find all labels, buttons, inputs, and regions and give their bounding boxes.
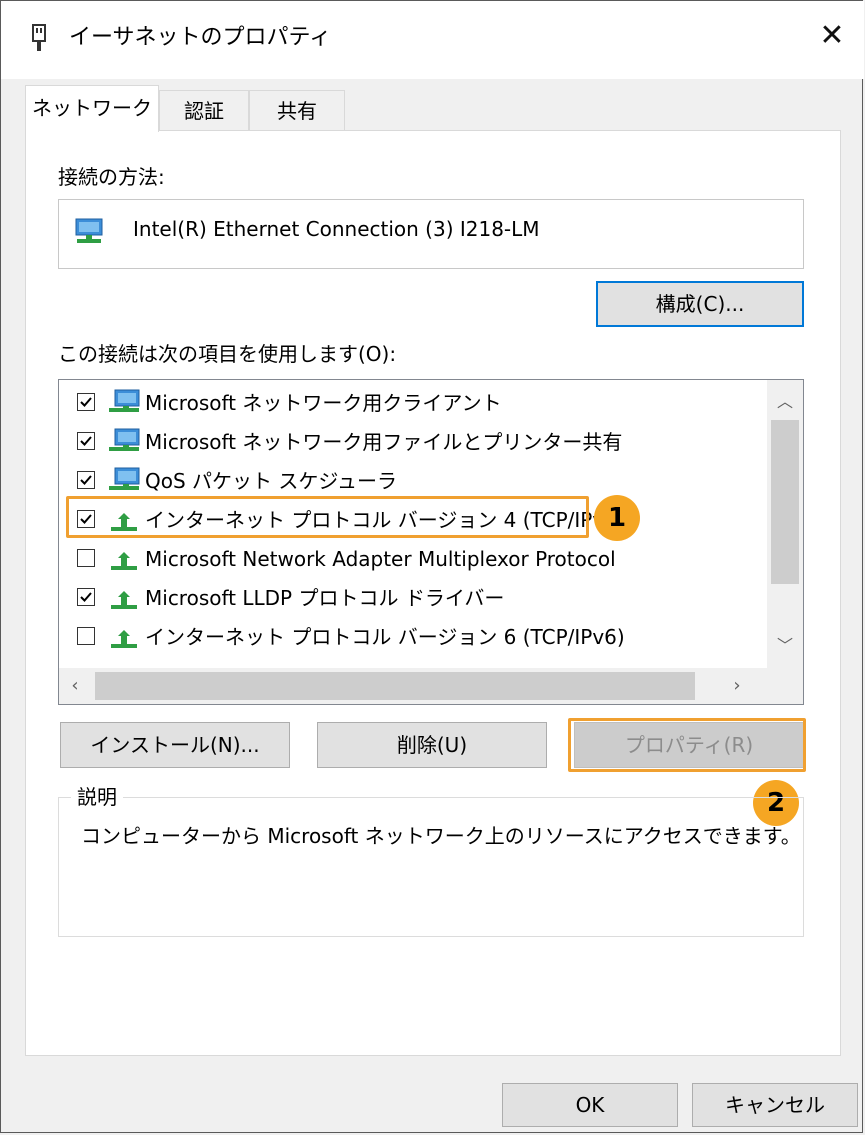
checkbox-checked[interactable] bbox=[77, 588, 95, 606]
connect-using-label: 接続の方法: bbox=[58, 165, 165, 189]
protocol-icon bbox=[111, 630, 137, 648]
checkbox-checked[interactable] bbox=[77, 432, 95, 450]
checkbox-unchecked[interactable] bbox=[77, 627, 95, 645]
list-item[interactable]: Microsoft LLDP プロトコル ドライバー bbox=[59, 579, 769, 617]
vertical-scroll-thumb[interactable] bbox=[771, 420, 799, 584]
properties-window: イーサネットのプロパティ ✕ ネットワーク 認証 共有 接続の方法: Intel… bbox=[0, 0, 864, 1133]
scroll-left-icon[interactable]: ‹ bbox=[65, 676, 85, 696]
configure-button[interactable]: 構成(C)... bbox=[596, 281, 804, 327]
uninstall-button[interactable]: 削除(U) bbox=[317, 722, 547, 768]
highlight-ipv4-item bbox=[66, 496, 589, 538]
tab-sharing[interactable]: 共有 bbox=[249, 90, 345, 130]
tab-network[interactable]: ネットワーク bbox=[25, 85, 159, 132]
title-bar: イーサネットのプロパティ ✕ bbox=[1, 1, 864, 79]
checkbox-checked[interactable] bbox=[77, 393, 95, 411]
network-adapter-icon bbox=[75, 218, 103, 243]
scroll-down-icon[interactable]: ﹀ bbox=[775, 636, 795, 656]
list-item[interactable]: Microsoft Network Adapter Multiplexor Pr… bbox=[59, 540, 769, 578]
adapter-field: Intel(R) Ethernet Connection (3) I218-LM bbox=[58, 199, 804, 269]
network-client-icon bbox=[109, 389, 140, 412]
checkbox-checked[interactable] bbox=[77, 471, 95, 489]
network-client-icon bbox=[109, 467, 140, 490]
adapter-name: Intel(R) Ethernet Connection (3) I218-LM bbox=[133, 217, 540, 241]
list-item-label: QoS パケット スケジューラ bbox=[145, 469, 397, 493]
cancel-button[interactable]: キャンセル bbox=[692, 1083, 858, 1127]
protocol-icon bbox=[111, 591, 137, 609]
scroll-right-icon[interactable]: › bbox=[727, 676, 747, 696]
list-item-label: Microsoft Network Adapter Multiplexor Pr… bbox=[145, 547, 616, 571]
close-button[interactable]: ✕ bbox=[800, 1, 864, 71]
checkbox-unchecked[interactable] bbox=[77, 549, 95, 567]
ethernet-icon bbox=[32, 24, 46, 51]
ok-button[interactable]: OK bbox=[502, 1083, 678, 1127]
list-item-label: Microsoft LLDP プロトコル ドライバー bbox=[145, 586, 505, 610]
step-badge-1: 1 bbox=[594, 495, 640, 541]
horizontal-scrollbar[interactable]: ‹ › bbox=[59, 668, 803, 704]
scroll-up-icon[interactable]: ︿ bbox=[775, 392, 795, 412]
list-item[interactable]: インターネット プロトコル バージョン 6 (TCP/IPv6) bbox=[59, 618, 769, 656]
window-title: イーサネットのプロパティ bbox=[69, 25, 332, 50]
list-item-label: Microsoft ネットワーク用クライアント bbox=[145, 391, 502, 415]
list-item-label: Microsoft ネットワーク用ファイルとプリンター共有 bbox=[145, 430, 623, 454]
list-item-label: インターネット プロトコル バージョン 6 (TCP/IPv6) bbox=[145, 625, 625, 649]
description-legend: 説明 bbox=[71, 784, 123, 810]
list-item[interactable]: Microsoft ネットワーク用ファイルとプリンター共有 bbox=[59, 423, 769, 461]
tab-authentication[interactable]: 認証 bbox=[159, 90, 249, 130]
highlight-properties-button bbox=[568, 718, 806, 772]
network-client-icon bbox=[109, 428, 140, 451]
description-group bbox=[58, 797, 804, 937]
list-item[interactable]: QoS パケット スケジューラ bbox=[59, 462, 769, 500]
install-button[interactable]: インストール(N)... bbox=[60, 722, 290, 768]
items-listbox[interactable]: Microsoft ネットワーク用クライアント Microsoft ネットワーク用… bbox=[58, 379, 804, 705]
items-label: この接続は次の項目を使用します(O): bbox=[58, 342, 397, 366]
protocol-icon bbox=[111, 552, 137, 570]
description-text: コンピューターから Microsoft ネットワーク上のリソースにアクセスできま… bbox=[81, 824, 801, 848]
list-item[interactable]: Microsoft ネットワーク用クライアント bbox=[59, 384, 769, 422]
horizontal-scroll-thumb[interactable] bbox=[95, 672, 695, 700]
vertical-scrollbar[interactable]: ︿ ﹀ bbox=[767, 380, 803, 668]
